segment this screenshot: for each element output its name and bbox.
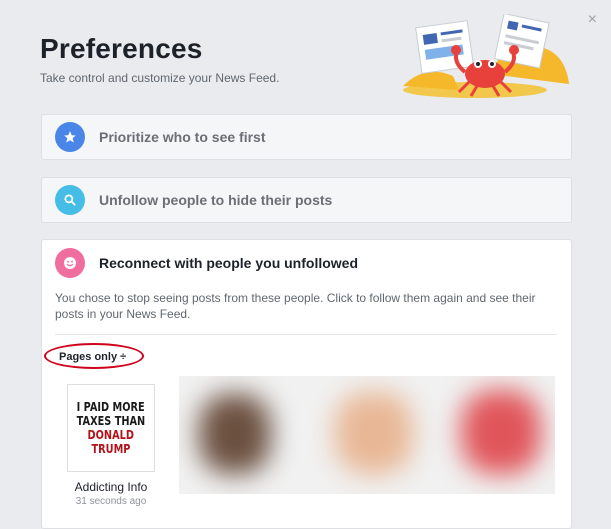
unfollow-option[interactable]: Unfollow people to hide their posts (41, 177, 572, 223)
blurred-profiles (179, 376, 555, 494)
page-title: Preferences (40, 33, 203, 64)
section-divider (55, 334, 557, 335)
page-subtitle: Take control and customize your News Fee… (40, 71, 280, 85)
smiley-icon (55, 248, 85, 278)
page-tile[interactable]: I PAID MORE TAXES THAN DONALD TRUMP Addi… (67, 384, 155, 507)
star-icon (55, 122, 85, 152)
blurred-profile-photo[interactable] (199, 394, 271, 474)
thumb-line: DONALD (87, 427, 135, 442)
page-thumbnail: I PAID MORE TAXES THAN DONALD TRUMP (67, 384, 155, 472)
page-name: Addicting Info (74, 480, 148, 494)
thumb-line: TAXES THAN (76, 413, 146, 428)
reconnect-description: You chose to stop seeing posts from thes… (55, 291, 536, 321)
prioritize-option-label: Prioritize who to see first (99, 129, 266, 145)
close-icon[interactable]: × (588, 12, 597, 28)
reconnect-header[interactable]: Reconnect with people you unfollowed (42, 240, 571, 286)
blurred-profile-photo[interactable] (461, 390, 541, 474)
unfollow-option-label: Unfollow people to hide their posts (99, 192, 333, 208)
page-timestamp: 31 seconds ago (75, 496, 147, 507)
thumb-line: I PAID MORE (76, 399, 146, 414)
reconnect-title: Reconnect with people you unfollowed (99, 255, 359, 271)
blurred-profile-photo[interactable] (335, 392, 413, 474)
thumb-line: TRUMP (91, 441, 131, 456)
reconnect-section: Reconnect with people you unfollowed You… (41, 239, 572, 529)
search-icon (55, 185, 85, 215)
crab-illustration (403, 14, 569, 98)
pages-only-dropdown[interactable]: Pages only ÷ (59, 351, 126, 363)
prioritize-option[interactable]: Prioritize who to see first (41, 114, 572, 160)
